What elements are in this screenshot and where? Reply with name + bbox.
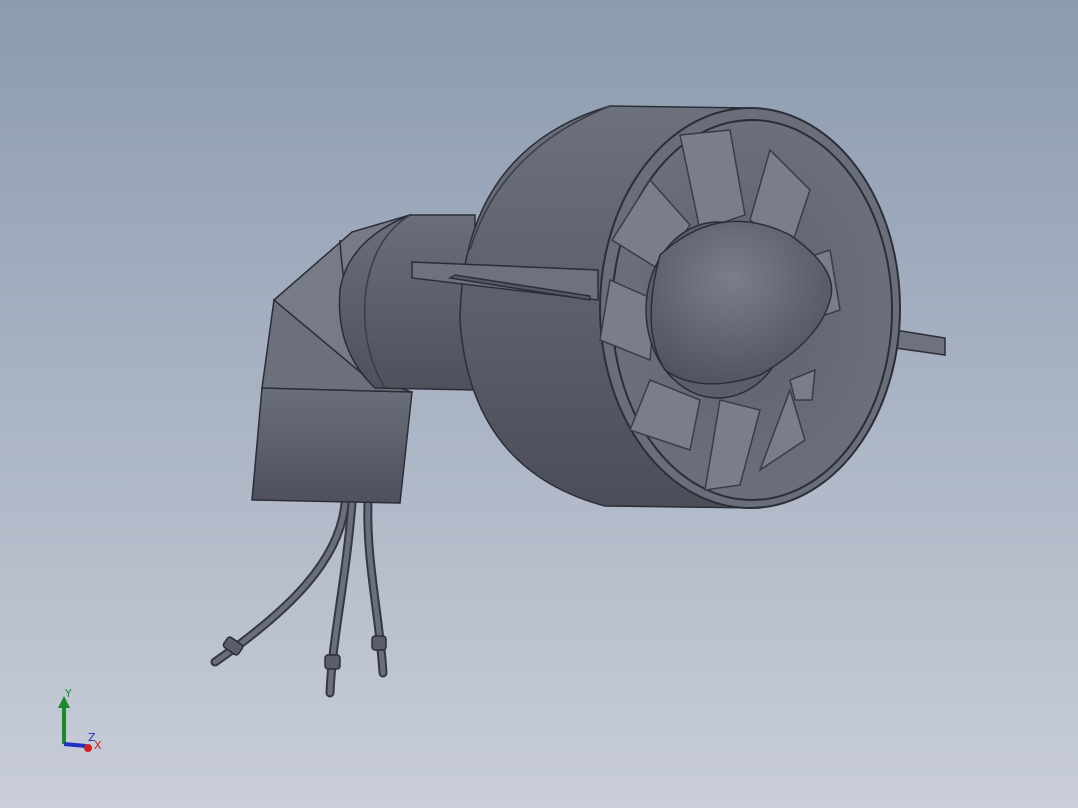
graphics-viewport[interactable]: Y Z X	[0, 0, 1078, 808]
coordinate-triad: Y Z X	[52, 686, 112, 756]
y-axis-label: Y	[65, 687, 72, 700]
wire-harness	[210, 498, 388, 698]
3d-model-edf-fan[interactable]	[0, 0, 1078, 808]
triad-axes-icon	[58, 696, 92, 752]
x-axis-label: X	[94, 739, 102, 752]
